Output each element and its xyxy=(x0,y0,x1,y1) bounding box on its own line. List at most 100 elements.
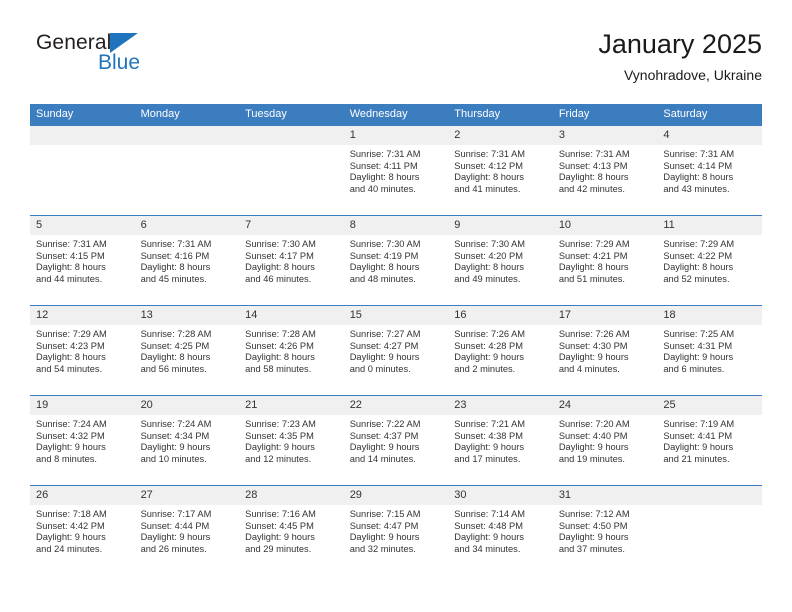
daylight-text-line2: and 0 minutes. xyxy=(349,363,411,374)
sunrise-text: Sunrise: 7:23 AM xyxy=(245,419,316,429)
sunset-text: Sunset: 4:30 PM xyxy=(558,340,628,351)
calendar-week-row: 5 Sunrise: 7:31 AM Sunset: 4:15 PM Daylight… xyxy=(30,215,762,306)
sunset-text: Sunset: 4:47 PM xyxy=(349,520,419,531)
calendar-cell-day-10[interactable]: 10 Sunrise: 7:29 AM Sunset: 4:21 PM Dayligh… xyxy=(552,215,658,306)
daylight-text-line1: Daylight: 9 hours xyxy=(36,532,106,543)
sun-info: Sunrise: 7:23 AM Sunset: 4:35 PM Daylight:… xyxy=(239,415,344,465)
calendar-cell-day-19[interactable]: 19 Sunrise: 7:24 AM Sunset: 4:32 PM Dayligh… xyxy=(30,395,135,486)
calendar-cell-day-13[interactable]: 13 Sunrise: 7:28 AM Sunset: 4:25 PM Dayligh… xyxy=(134,305,240,396)
daylight-text-line2: and 46 minutes. xyxy=(245,273,312,284)
sunset-text: Sunset: 4:40 PM xyxy=(558,430,628,441)
daylight-text-line2: and 42 minutes. xyxy=(558,183,625,194)
calendar-cell-day-6[interactable]: 6 Sunrise: 7:31 AM Sunset: 4:16 PM Daylight… xyxy=(134,215,240,306)
sunrise-text: Sunrise: 7:31 AM xyxy=(140,239,212,249)
day-number: 19 xyxy=(30,396,135,415)
calendar-cell-day-16[interactable]: 16 Sunrise: 7:26 AM Sunset: 4:28 PM Dayligh… xyxy=(448,305,553,396)
daylight-text-line2: and 17 minutes. xyxy=(454,453,521,464)
sunrise-text: Sunrise: 7:29 AM xyxy=(558,239,630,249)
sunrise-text: Sunrise: 7:29 AM xyxy=(36,329,107,339)
day-number: 7 xyxy=(239,216,344,235)
calendar-cell-day-31[interactable]: 31 Sunrise: 7:12 AM Sunset: 4:50 PM Dayligh… xyxy=(552,485,658,575)
calendar-cell-day-4[interactable]: 4 Sunrise: 7:31 AM Sunset: 4:14 PM Daylight… xyxy=(657,126,762,216)
sunrise-text: Sunrise: 7:14 AM xyxy=(454,509,526,519)
calendar-cell-day-24[interactable]: 24 Sunrise: 7:20 AM Sunset: 4:40 PM Dayligh… xyxy=(552,395,658,486)
daylight-text-line1: Daylight: 9 hours xyxy=(140,442,211,453)
brand-logo[interactable]: General Blue xyxy=(36,32,256,88)
calendar-cell-day-15[interactable]: 15 Sunrise: 7:27 AM Sunset: 4:27 PM Dayligh… xyxy=(343,305,449,396)
sun-info: Sunrise: 7:28 AM Sunset: 4:25 PM Daylight:… xyxy=(135,325,240,375)
calendar-cell-day-2[interactable]: 2 Sunrise: 7:31 AM Sunset: 4:12 PM Daylight… xyxy=(448,126,553,216)
calendar-cell-day-21[interactable]: 21 Sunrise: 7:23 AM Sunset: 4:35 PM Dayligh… xyxy=(239,395,344,486)
calendar-cell-day-27[interactable]: 27 Sunrise: 7:17 AM Sunset: 4:44 PM Dayligh… xyxy=(134,485,240,575)
calendar-cell-day-5[interactable]: 5 Sunrise: 7:31 AM Sunset: 4:15 PM Daylight… xyxy=(30,215,135,306)
day-number-placeholder xyxy=(134,126,240,145)
calendar-cell-day-7[interactable]: 7 Sunrise: 7:30 AM Sunset: 4:17 PM Daylight… xyxy=(239,215,344,306)
calendar-cell-day-18[interactable]: 18 Sunrise: 7:25 AM Sunset: 4:31 PM Dayligh… xyxy=(657,305,762,396)
calendar-cell-day-29[interactable]: 29 Sunrise: 7:15 AM Sunset: 4:47 PM Dayligh… xyxy=(343,485,449,575)
sunset-text: Sunset: 4:35 PM xyxy=(245,430,314,441)
sun-info: Sunrise: 7:31 AM Sunset: 4:13 PM Daylight:… xyxy=(553,145,658,195)
calendar-cell-day-9[interactable]: 9 Sunrise: 7:30 AM Sunset: 4:20 PM Daylight… xyxy=(448,215,553,306)
calendar-cell-day-23[interactable]: 23 Sunrise: 7:21 AM Sunset: 4:38 PM Dayligh… xyxy=(448,395,553,486)
daylight-text-line1: Daylight: 9 hours xyxy=(454,352,525,363)
day-number: 6 xyxy=(134,216,240,235)
sunrise-text: Sunrise: 7:17 AM xyxy=(140,509,212,519)
calendar-cell-day-14[interactable]: 14 Sunrise: 7:28 AM Sunset: 4:26 PM Dayligh… xyxy=(239,305,344,396)
sunrise-text: Sunrise: 7:24 AM xyxy=(140,419,212,429)
calendar-cell-day-3[interactable]: 3 Sunrise: 7:31 AM Sunset: 4:13 PM Daylight… xyxy=(552,126,658,216)
weekday-header-saturday: Saturday xyxy=(657,104,762,126)
daylight-text-line2: and 4 minutes. xyxy=(558,363,620,374)
sun-info: Sunrise: 7:31 AM Sunset: 4:15 PM Daylight:… xyxy=(30,235,135,285)
sunrise-text: Sunrise: 7:12 AM xyxy=(558,509,630,519)
calendar-cell-day-17[interactable]: 17 Sunrise: 7:26 AM Sunset: 4:30 PM Dayligh… xyxy=(552,305,658,396)
sunset-text: Sunset: 4:15 PM xyxy=(36,250,105,261)
calendar-cell-day-8[interactable]: 8 Sunrise: 7:30 AM Sunset: 4:19 PM Daylight… xyxy=(343,215,449,306)
sunrise-text: Sunrise: 7:29 AM xyxy=(663,239,735,249)
calendar-cell-day-26[interactable]: 26 Sunrise: 7:18 AM Sunset: 4:42 PM Dayligh… xyxy=(30,485,135,575)
daylight-text-line1: Daylight: 8 hours xyxy=(454,172,525,183)
daylight-text-line1: Daylight: 9 hours xyxy=(454,442,525,453)
calendar-page: General Blue January 2025 Vynohradove, U… xyxy=(0,0,792,612)
sunrise-text: Sunrise: 7:20 AM xyxy=(558,419,630,429)
daylight-text-line1: Daylight: 9 hours xyxy=(558,442,629,453)
sunset-text: Sunset: 4:45 PM xyxy=(245,520,314,531)
sunset-text: Sunset: 4:16 PM xyxy=(140,250,210,261)
sunset-text: Sunset: 4:31 PM xyxy=(663,340,733,351)
sun-info: Sunrise: 7:31 AM Sunset: 4:14 PM Daylight:… xyxy=(657,145,762,195)
sunrise-text: Sunrise: 7:30 AM xyxy=(454,239,526,249)
calendar-cell-day-30[interactable]: 30 Sunrise: 7:14 AM Sunset: 4:48 PM Dayligh… xyxy=(448,485,553,575)
calendar-cell-day-12[interactable]: 12 Sunrise: 7:29 AM Sunset: 4:23 PM Dayligh… xyxy=(30,305,135,396)
sunrise-text: Sunrise: 7:28 AM xyxy=(245,329,316,339)
calendar-cell-day-11[interactable]: 11 Sunrise: 7:29 AM Sunset: 4:22 PM Dayligh… xyxy=(657,215,762,306)
daylight-text-line2: and 8 minutes. xyxy=(36,453,97,464)
daylight-text-line2: and 12 minutes. xyxy=(245,453,312,464)
calendar-cell-day-28[interactable]: 28 Sunrise: 7:16 AM Sunset: 4:45 PM Dayligh… xyxy=(239,485,344,575)
sunset-text: Sunset: 4:12 PM xyxy=(454,160,523,171)
daylight-text-line1: Daylight: 9 hours xyxy=(663,442,734,453)
daylight-text-line2: and 49 minutes. xyxy=(454,273,521,284)
daylight-text-line2: and 10 minutes. xyxy=(140,453,207,464)
day-number: 28 xyxy=(239,486,344,505)
daylight-text-line1: Daylight: 8 hours xyxy=(663,172,734,183)
sunrise-text: Sunrise: 7:31 AM xyxy=(36,239,107,249)
calendar-cell-day-1[interactable]: 1 Sunrise: 7:31 AM Sunset: 4:11 PM Daylight… xyxy=(343,126,449,216)
sun-info: Sunrise: 7:20 AM Sunset: 4:40 PM Daylight:… xyxy=(553,415,658,465)
daylight-text-line2: and 2 minutes. xyxy=(454,363,516,374)
sun-info: Sunrise: 7:21 AM Sunset: 4:38 PM Daylight:… xyxy=(448,415,553,465)
sunrise-text: Sunrise: 7:16 AM xyxy=(245,509,316,519)
daylight-text-line1: Daylight: 9 hours xyxy=(558,352,629,363)
daylight-text-line1: Daylight: 8 hours xyxy=(140,352,211,363)
sunrise-text: Sunrise: 7:22 AM xyxy=(349,419,421,429)
sun-info: Sunrise: 7:18 AM Sunset: 4:42 PM Daylight:… xyxy=(30,505,135,555)
calendar-cell-day-22[interactable]: 22 Sunrise: 7:22 AM Sunset: 4:37 PM Dayligh… xyxy=(343,395,449,486)
calendar-cell-day-25[interactable]: 25 Sunrise: 7:19 AM Sunset: 4:41 PM Dayligh… xyxy=(657,395,762,486)
daylight-text-line1: Daylight: 8 hours xyxy=(454,262,525,273)
page-subtitle: Vynohradove, Ukraine xyxy=(623,67,762,83)
daylight-text-line2: and 56 minutes. xyxy=(140,363,207,374)
day-number: 23 xyxy=(448,396,553,415)
daylight-text-line2: and 21 minutes. xyxy=(663,453,730,464)
daylight-text-line2: and 6 minutes. xyxy=(663,363,725,374)
calendar-cell-day-20[interactable]: 20 Sunrise: 7:24 AM Sunset: 4:34 PM Dayligh… xyxy=(134,395,240,486)
sun-info: Sunrise: 7:19 AM Sunset: 4:41 PM Daylight:… xyxy=(657,415,762,465)
daylight-text-line2: and 48 minutes. xyxy=(349,273,416,284)
